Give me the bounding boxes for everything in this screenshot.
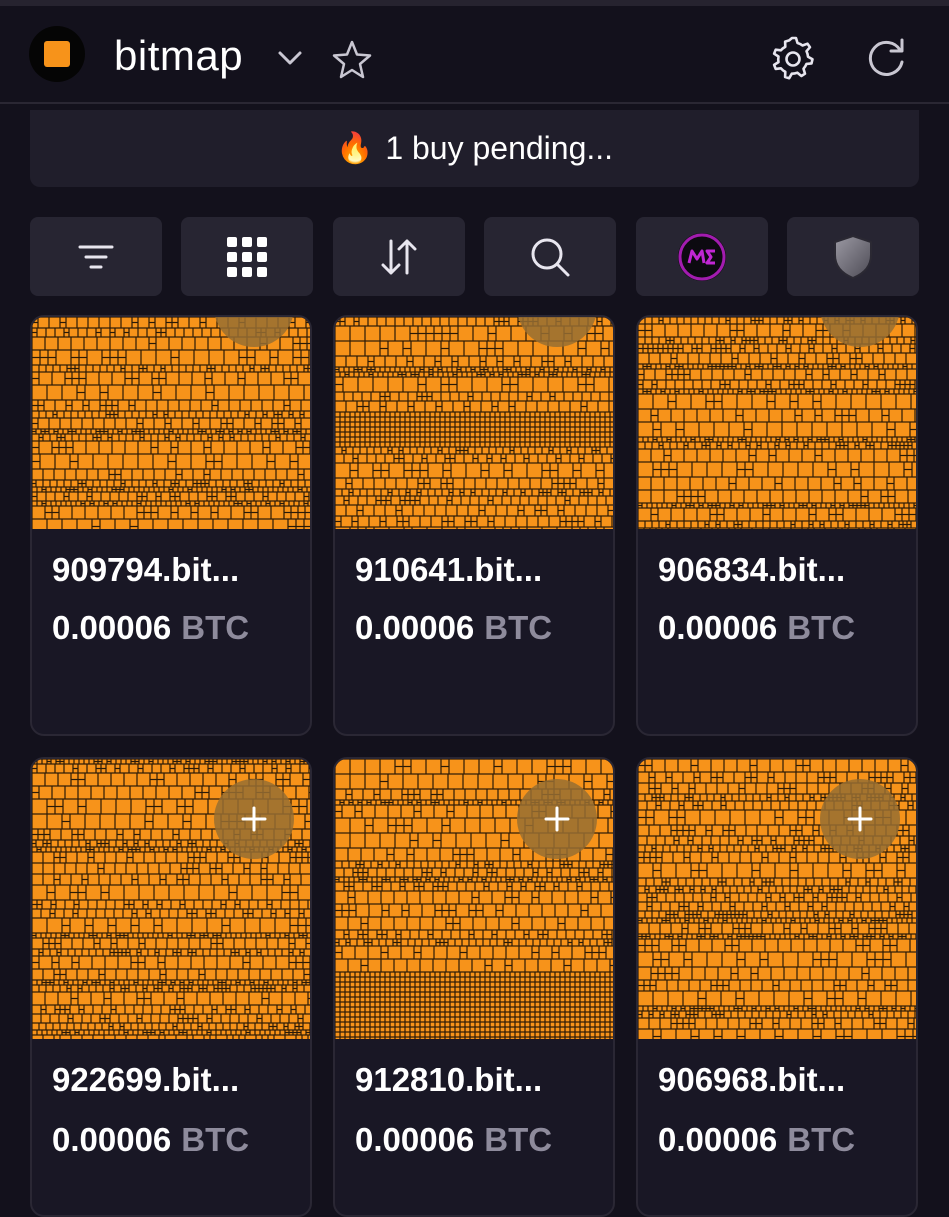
plus-icon	[543, 805, 571, 833]
magic-eden-button[interactable]	[636, 217, 768, 296]
price-value: 0.00006	[658, 609, 777, 646]
price-unit: BTC	[787, 609, 855, 646]
price-unit: BTC	[787, 1121, 855, 1158]
pending-buy-banner[interactable]: 🔥 1 buy pending...	[30, 110, 919, 187]
chevron-down-icon[interactable]	[274, 42, 306, 74]
search-button[interactable]	[484, 217, 616, 296]
add-to-cart-button[interactable]	[820, 779, 900, 859]
listing-card[interactable]: 906834.bit... 0.00006 BTC	[636, 315, 918, 736]
shield-button[interactable]	[787, 217, 919, 296]
item-name: 910641.bit...	[355, 551, 542, 589]
listing-card[interactable]: 909794.bit... 0.00006 BTC	[30, 315, 312, 736]
price-value: 0.00006	[355, 609, 474, 646]
item-price: 0.00006 BTC	[658, 609, 855, 647]
price-unit: BTC	[181, 609, 249, 646]
listing-card[interactable]: 906968.bit... 0.00006 BTC	[636, 757, 918, 1217]
item-price: 0.00006 BTC	[658, 1121, 855, 1159]
filter-button[interactable]	[30, 217, 162, 296]
pending-text: 1 buy pending...	[385, 130, 613, 167]
sort-icon	[377, 235, 421, 279]
price-value: 0.00006	[658, 1121, 777, 1158]
item-name: 922699.bit...	[52, 1061, 239, 1099]
grid-view-button[interactable]	[181, 217, 313, 296]
grid-icon	[225, 235, 269, 279]
add-to-cart-button[interactable]	[517, 779, 597, 859]
sort-button[interactable]	[333, 217, 465, 296]
orange-square-logo-icon[interactable]	[29, 26, 85, 82]
refresh-icon[interactable]	[860, 32, 912, 84]
item-price: 0.00006 BTC	[355, 609, 552, 647]
item-name: 906968.bit...	[658, 1061, 845, 1099]
add-to-cart-button[interactable]	[214, 779, 294, 859]
listing-card[interactable]: 922699.bit... 0.00006 BTC	[30, 757, 312, 1217]
price-value: 0.00006	[52, 1121, 171, 1158]
star-icon[interactable]	[330, 38, 374, 82]
gear-icon[interactable]	[766, 32, 818, 84]
price-value: 0.00006	[52, 609, 171, 646]
listing-card[interactable]: 912810.bit... 0.00006 BTC	[333, 757, 615, 1217]
filter-icon	[76, 237, 116, 277]
price-value: 0.00006	[355, 1121, 474, 1158]
app-header: bitmap	[0, 6, 949, 104]
bitmap-art	[335, 317, 613, 529]
price-unit: BTC	[484, 1121, 552, 1158]
fire-icon: 🔥	[336, 131, 373, 166]
search-icon	[528, 235, 572, 279]
item-price: 0.00006 BTC	[355, 1121, 552, 1159]
price-unit: BTC	[181, 1121, 249, 1158]
plus-icon	[846, 805, 874, 833]
item-price: 0.00006 BTC	[52, 1121, 249, 1159]
plus-icon	[240, 805, 268, 833]
toolbar	[30, 217, 919, 296]
magic-eden-icon	[676, 231, 728, 283]
item-price: 0.00006 BTC	[52, 609, 249, 647]
bitmap-art	[32, 317, 310, 529]
price-unit: BTC	[484, 609, 552, 646]
bitmap-art	[638, 317, 916, 529]
item-name: 909794.bit...	[52, 551, 239, 589]
listing-card[interactable]: 910641.bit... 0.00006 BTC	[333, 315, 615, 736]
item-name: 906834.bit...	[658, 551, 845, 589]
item-name: 912810.bit...	[355, 1061, 542, 1099]
collection-title[interactable]: bitmap	[114, 32, 243, 80]
shield-icon	[831, 233, 875, 281]
